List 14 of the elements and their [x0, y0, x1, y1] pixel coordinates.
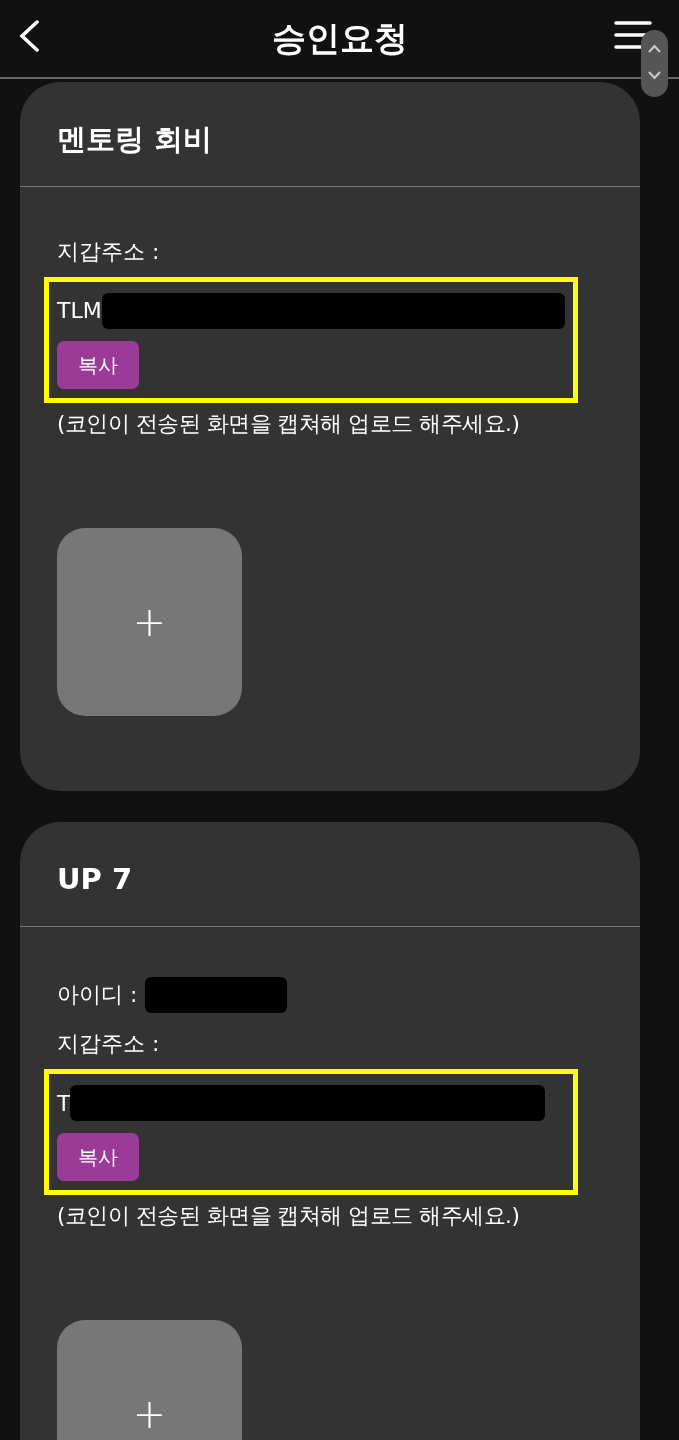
copy-button[interactable]: 복사 [57, 1133, 139, 1182]
copy-button[interactable]: 복사 [57, 340, 139, 389]
instruction-text: (코인이 전송된 화면을 캡쳐해 업로드 해주세요.) [57, 409, 521, 438]
field-label: 지갑주소 : [57, 237, 161, 266]
field-label: 지갑주소 : [57, 1030, 161, 1059]
upload-button[interactable]: + [57, 1320, 242, 1440]
page-title: 승인요청 [271, 17, 408, 60]
instruction-text: (코인이 전송된 화면을 캡쳐해 업로드 해주세요.) [57, 1202, 521, 1231]
address-text: TLM [57, 297, 102, 326]
card-title: UP 7 [20, 822, 640, 928]
address-text: T [57, 1089, 71, 1118]
card-title: 멘토링 회비 [20, 82, 640, 187]
upload-button[interactable]: + [57, 528, 242, 717]
field-label: 아이디 : [57, 981, 138, 1010]
